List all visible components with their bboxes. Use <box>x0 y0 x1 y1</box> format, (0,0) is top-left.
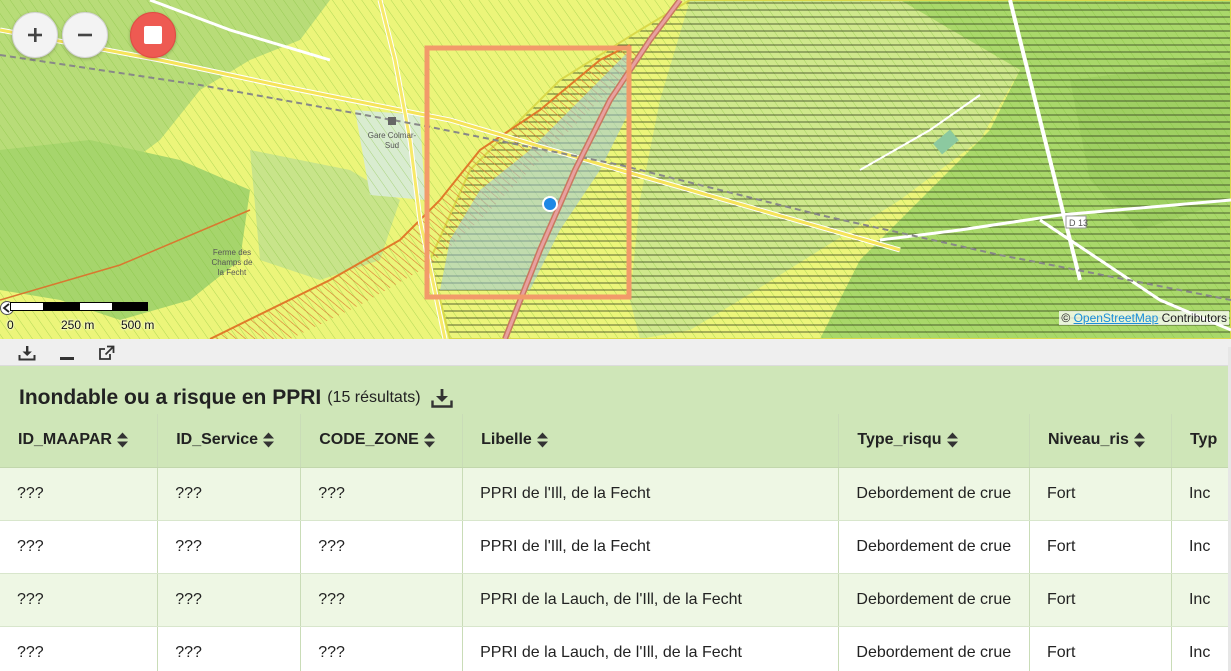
download-results-button[interactable] <box>430 388 453 408</box>
cell-id-maapar: ??? <box>0 626 159 671</box>
download-icon <box>18 346 36 361</box>
road-label-d13: D 13 <box>1069 218 1088 228</box>
cell-typ: Inc <box>1171 520 1231 574</box>
cell-code-zone: ??? <box>300 520 464 574</box>
cell-id-service: ??? <box>157 626 302 671</box>
map-view[interactable]: D 13 Gare Colmar- Sud Ferme des Champs d… <box>0 0 1231 339</box>
column-header-typ[interactable]: Typ <box>1171 414 1231 468</box>
scale-label-500: 500 m <box>121 318 155 332</box>
results-toolbar <box>0 339 1231 366</box>
location-marker <box>542 196 558 212</box>
table-header-row: ID_MAAPAR ID_Service CODE_ZONE Libelle T… <box>0 414 1231 468</box>
cell-type-risqu: Debordement de crue <box>838 520 1030 574</box>
scale-label-250: 250 m <box>61 318 95 332</box>
sort-icon <box>263 432 275 448</box>
cell-type-risqu: Debordement de crue <box>838 626 1030 671</box>
column-header-type-risqu[interactable]: Type_risqu <box>838 414 1030 468</box>
openstreetmap-link[interactable]: OpenStreetMap <box>1074 311 1159 325</box>
results-table: ID_MAAPAR ID_Service CODE_ZONE Libelle T… <box>0 414 1231 671</box>
cell-code-zone: ??? <box>300 467 464 521</box>
zoom-out-button[interactable] <box>62 12 108 58</box>
column-header-niveau-ris[interactable]: Niveau_ris <box>1029 414 1172 468</box>
sort-icon <box>423 432 435 448</box>
minimize-button[interactable] <box>57 344 77 362</box>
minimize-icon <box>60 357 74 360</box>
sort-icon <box>1133 432 1145 448</box>
cell-id-service: ??? <box>157 467 302 521</box>
place-label-ferme: Ferme des <box>213 248 251 257</box>
stop-button[interactable] <box>130 12 176 58</box>
scale-segment <box>10 302 44 311</box>
scale-label-0: 0 <box>7 318 14 332</box>
cell-typ: Inc <box>1171 573 1231 627</box>
cell-libelle: PPRI de la Lauch, de l'Ill, de la Fecht <box>462 573 840 627</box>
attribution-suffix: Contributors <box>1161 311 1227 325</box>
scale-segment <box>79 302 113 311</box>
column-header-id-maapar[interactable]: ID_MAAPAR <box>0 414 159 468</box>
sort-icon <box>536 432 548 448</box>
table-row[interactable]: ??? ??? ??? PPRI de l'Ill, de la Fecht D… <box>0 520 1231 574</box>
results-title: Inondable ou a risque en PPRI <box>19 386 322 409</box>
place-label-ferme-2: Champs de <box>212 258 253 267</box>
cell-libelle: PPRI de la Lauch, de l'Ill, de la Fecht <box>462 626 840 671</box>
table-row[interactable]: ??? ??? ??? PPRI de l'Ill, de la Fecht D… <box>0 467 1231 521</box>
cell-id-maapar: ??? <box>0 467 159 521</box>
zoom-in-button[interactable] <box>12 12 58 58</box>
map-attribution: © OpenStreetMap Contributors <box>1059 311 1229 325</box>
sort-icon <box>946 432 958 448</box>
scale-segment <box>43 302 80 311</box>
cell-code-zone: ??? <box>300 626 464 671</box>
cell-id-service: ??? <box>157 520 302 574</box>
results-panel: Inondable ou a risque en PPRI (15 résult… <box>0 366 1231 671</box>
place-label-gare-2: Sud <box>385 141 399 150</box>
copyright-symbol: © <box>1061 311 1071 325</box>
map-canvas[interactable]: D 13 Gare Colmar- Sud Ferme des Champs d… <box>0 0 1231 339</box>
table-row[interactable]: ??? ??? ??? PPRI de la Lauch, de l'Ill, … <box>0 573 1231 627</box>
cell-id-maapar: ??? <box>0 573 159 627</box>
results-header: Inondable ou a risque en PPRI (15 résult… <box>19 384 453 412</box>
cell-id-maapar: ??? <box>0 520 159 574</box>
external-link-icon <box>99 345 115 360</box>
cell-type-risqu: Debordement de crue <box>838 467 1030 521</box>
stop-square-icon <box>144 26 162 44</box>
download-button[interactable] <box>17 344 37 362</box>
external-link-button[interactable] <box>97 344 117 362</box>
cell-libelle: PPRI de l'Ill, de la Fecht <box>462 467 840 521</box>
scale-bar: 0 250 m 500 m <box>0 299 170 335</box>
minus-icon <box>78 33 92 37</box>
column-header-code-zone[interactable]: CODE_ZONE <box>300 414 464 468</box>
download-icon <box>430 389 453 408</box>
cell-type-risqu: Debordement de crue <box>838 573 1030 627</box>
scale-segment <box>112 302 148 311</box>
cell-typ: Inc <box>1171 626 1231 671</box>
column-header-libelle[interactable]: Libelle <box>462 414 840 468</box>
column-header-id-service[interactable]: ID_Service <box>157 414 302 468</box>
cell-id-service: ??? <box>157 573 302 627</box>
results-count: (15 résultats) <box>327 389 421 406</box>
cell-code-zone: ??? <box>300 573 464 627</box>
cell-libelle: PPRI de l'Ill, de la Fecht <box>462 520 840 574</box>
place-label-ferme-3: la Fecht <box>218 268 247 277</box>
sort-icon <box>116 432 128 448</box>
cell-niveau-ris: Fort <box>1029 573 1172 627</box>
table-row[interactable]: ??? ??? ??? PPRI de la Lauch, de l'Ill, … <box>0 626 1231 671</box>
cell-niveau-ris: Fort <box>1029 520 1172 574</box>
cell-niveau-ris: Fort <box>1029 467 1172 521</box>
cell-typ: Inc <box>1171 467 1231 521</box>
place-label-gare: Gare Colmar- <box>368 131 417 140</box>
cell-niveau-ris: Fort <box>1029 626 1172 671</box>
plus-icon <box>28 28 42 42</box>
